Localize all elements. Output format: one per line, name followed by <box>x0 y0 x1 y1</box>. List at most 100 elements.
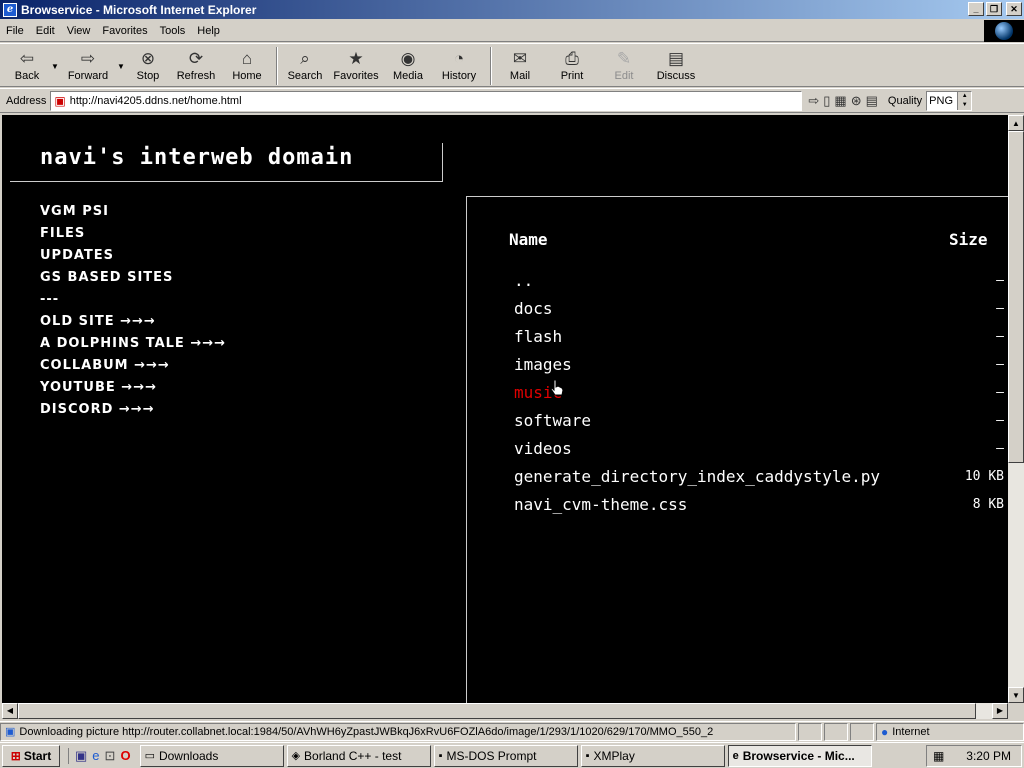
nav-link-discord[interactable]: DISCORD →→→ <box>40 399 226 421</box>
column-header-name[interactable]: Name <box>509 230 548 249</box>
nav-link-old-site[interactable]: OLD SITE →→→ <box>40 311 226 333</box>
file-link-parent[interactable]: .. <box>514 271 533 290</box>
listing-row: navi_cvm-theme.css 8 KB <box>514 491 1008 519</box>
file-link-images[interactable]: images <box>514 355 572 374</box>
zone-label: Internet <box>892 725 930 738</box>
task-downloads[interactable]: ▭ Downloads <box>139 744 284 767</box>
menu-file[interactable]: File <box>0 25 30 37</box>
show-desktop-icon[interactable]: ▣ <box>75 748 87 764</box>
address-label: Address <box>6 94 47 107</box>
nav-link-updates[interactable]: UPDATES <box>40 245 226 267</box>
vertical-scrollbar[interactable]: ▲ ▼ <box>1008 115 1024 703</box>
stop-button[interactable]: ⊗ Stop <box>126 44 170 86</box>
nav-link-gs-based-sites[interactable]: GS BASED SITES <box>40 267 226 289</box>
history-button[interactable]: ◔ History <box>432 44 486 86</box>
address-input[interactable]: ▣ http://navi4205.ddns.net/home.html <box>50 90 803 111</box>
menu-tools[interactable]: Tools <box>154 25 192 37</box>
clock[interactable]: 3:20 PM <box>966 749 1011 763</box>
nav-link-vgm-psi[interactable]: VGM PSI <box>40 201 226 223</box>
forward-arrow-icon: ⇨ <box>80 49 96 68</box>
scroll-right-icon[interactable]: ▶ <box>992 703 1008 719</box>
menu-favorites[interactable]: Favorites <box>96 25 153 37</box>
discuss-label: Discuss <box>656 70 696 82</box>
favorites-button[interactable]: ★ Favorites <box>328 44 384 86</box>
close-button[interactable]: ✕ <box>1006 2 1022 16</box>
clipboard-icon[interactable]: ▤ <box>866 93 878 109</box>
ie-quicklaunch-icon[interactable]: e <box>92 748 99 764</box>
restore-button[interactable]: ❐ <box>986 2 1002 16</box>
msdos-icon: ▪ <box>438 749 443 762</box>
mail-label: Mail <box>509 70 531 82</box>
nav-link-collabum[interactable]: COLLABUM →→→ <box>40 355 226 377</box>
file-link-generate-directory-index[interactable]: generate_directory_index_caddystyle.py <box>514 467 880 486</box>
forward-button[interactable]: ⇨ Forward <box>60 44 116 86</box>
file-size: — <box>996 273 1004 288</box>
back-dropdown-icon[interactable]: ▼ <box>50 44 60 71</box>
menu-view[interactable]: View <box>61 25 97 37</box>
ie-throbber-logo <box>984 20 1024 42</box>
minimize-button[interactable]: _ <box>968 2 984 16</box>
edit-label: Edit <box>614 70 634 82</box>
menu-help[interactable]: Help <box>191 25 226 37</box>
edit-button[interactable]: ✎ Edit <box>600 44 648 86</box>
bookmark-icon[interactable]: ▯ <box>823 93 830 109</box>
nav-link-a-dolphins-tale[interactable]: A DOLPHINS TALE →→→ <box>40 333 226 355</box>
tray-volume-icon[interactable]: ▦ <box>933 749 944 763</box>
file-link-software[interactable]: software <box>514 411 591 430</box>
favorites-folder-icon: ★ <box>348 49 364 68</box>
find-icon[interactable]: ▦ <box>834 93 846 109</box>
task-msdos[interactable]: ▪ MS-DOS Prompt <box>433 744 578 767</box>
home-label: Home <box>232 70 262 82</box>
refresh-button[interactable]: ⟳ Refresh <box>170 44 222 86</box>
binoculars-icon[interactable]: ⊛ <box>851 93 862 109</box>
download-status-icon: ▣ <box>5 726 16 738</box>
task-xmplay[interactable]: ▪ XMPlay <box>580 744 725 767</box>
ie-app-icon[interactable]: e <box>3 2 17 17</box>
scroll-down-icon[interactable]: ▼ <box>1008 687 1024 703</box>
start-button[interactable]: ⊞ Start <box>2 744 60 767</box>
media-button[interactable]: ◉ Media <box>384 44 432 86</box>
menu-edit[interactable]: Edit <box>30 25 61 37</box>
mail-button[interactable]: ✉ Mail <box>496 44 544 86</box>
search-button[interactable]: ⌕ Search <box>282 44 328 86</box>
file-size: — <box>996 301 1004 316</box>
file-size: 8 KB <box>972 497 1004 512</box>
nav-link-youtube[interactable]: YOUTUBE →→→ <box>40 377 226 399</box>
toolbar-separator <box>276 47 278 85</box>
task-label: Downloads <box>158 748 219 763</box>
scroll-up-icon[interactable]: ▲ <box>1008 115 1024 131</box>
opera-icon[interactable]: O <box>120 748 130 764</box>
network-icon[interactable]: ⊡ <box>105 748 116 764</box>
forward-dropdown-icon[interactable]: ▼ <box>116 44 126 71</box>
go-arrow-icon[interactable]: ⇨ <box>808 93 819 109</box>
print-icon: ⎙ <box>565 49 579 68</box>
vertical-scroll-thumb[interactable] <box>1008 131 1024 463</box>
search-label: Search <box>287 70 323 82</box>
address-url[interactable]: http://navi4205.ddns.net/home.html <box>70 95 242 107</box>
nav-link-files[interactable]: FILES <box>40 223 226 245</box>
xmplay-icon: ▪ <box>585 749 590 762</box>
status-cell <box>824 722 848 741</box>
mail-icon: ✉ <box>512 49 528 68</box>
task-borland[interactable]: ◈ Borland C++ - test <box>286 744 431 767</box>
quality-select[interactable]: PNG ▲ ▼ <box>926 90 973 111</box>
home-button[interactable]: ⌂ Home <box>222 44 272 86</box>
file-link-navi-cvm-theme[interactable]: navi_cvm-theme.css <box>514 495 687 514</box>
title-bar: e Browservice - Microsoft Internet Explo… <box>0 0 1024 19</box>
back-button[interactable]: ⇦ Back <box>4 44 50 86</box>
task-browservice[interactable]: e Browservice - Mic... <box>727 744 872 767</box>
listing-row: software — <box>514 407 1008 435</box>
file-link-flash[interactable]: flash <box>514 327 562 346</box>
discuss-button[interactable]: ▤ Discuss <box>648 44 704 86</box>
file-link-docs[interactable]: docs <box>514 299 553 318</box>
file-link-videos[interactable]: videos <box>514 439 572 458</box>
horizontal-scroll-thumb[interactable] <box>18 703 976 719</box>
horizontal-scrollbar[interactable]: ◀ ▶ <box>2 703 1008 719</box>
task-label: MS-DOS Prompt <box>446 748 537 763</box>
quality-spinner-icon[interactable]: ▲ ▼ <box>957 91 972 110</box>
print-button[interactable]: ⎙ Print <box>544 44 600 86</box>
column-header-size[interactable]: Size <box>949 230 988 249</box>
home-icon: ⌂ <box>241 49 253 68</box>
scroll-left-icon[interactable]: ◀ <box>2 703 18 719</box>
site-title: navi's interweb domain <box>10 143 443 182</box>
